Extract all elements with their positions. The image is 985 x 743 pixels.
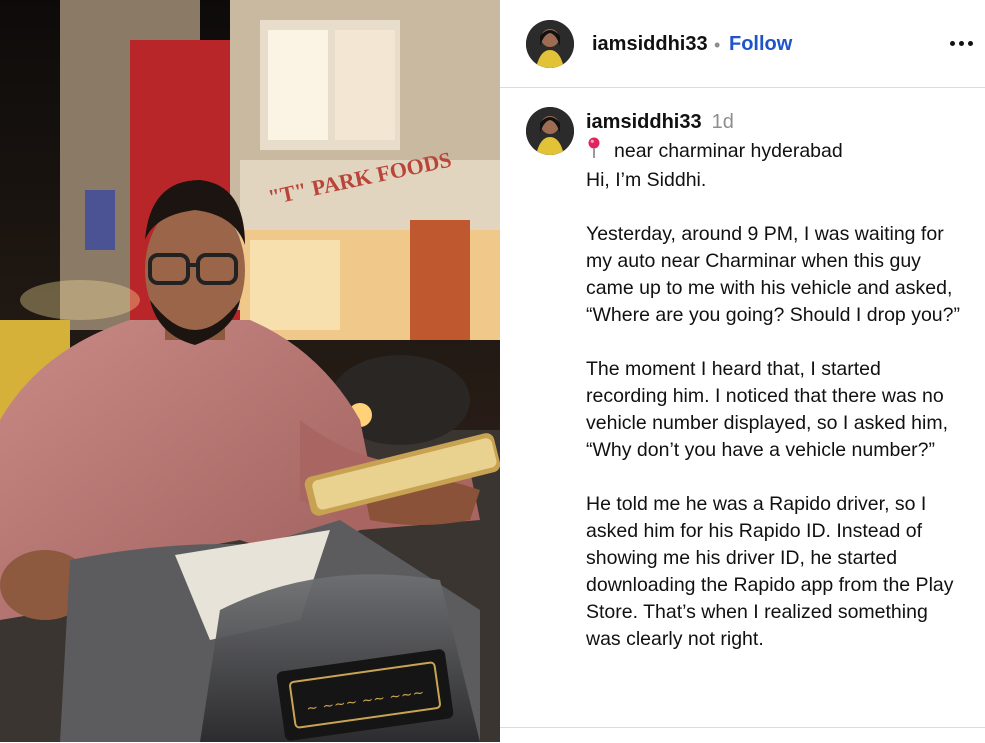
location-line: near charminar hyderabad bbox=[586, 137, 843, 162]
round-pushpin-icon bbox=[586, 137, 606, 167]
post-photo-illustration: "T" PARK FOODS ~ ~~~ ~~ ~~~ bbox=[0, 0, 500, 742]
header-separator: • bbox=[714, 35, 721, 55]
caption-paragraph: The moment I heard that, I started recor… bbox=[586, 358, 954, 461]
follow-button[interactable]: Follow bbox=[729, 33, 792, 56]
more-options-icon[interactable] bbox=[948, 28, 976, 56]
caption-avatar[interactable] bbox=[526, 107, 574, 155]
caption-paragraph: Hi, I’m Siddhi. bbox=[586, 169, 707, 191]
caption-user-line: iamsiddhi33 1d bbox=[586, 111, 734, 134]
caption-username[interactable]: iamsiddhi33 bbox=[586, 111, 702, 133]
caption-text: near charminar hyderabad Hi, I’m Siddhi.… bbox=[586, 137, 966, 653]
location-text: near charminar hyderabad bbox=[614, 140, 843, 162]
header-username[interactable]: iamsiddhi33 bbox=[592, 33, 708, 56]
post-header: iamsiddhi33 • Follow bbox=[500, 0, 985, 88]
post-sidebar: iamsiddhi33 • Follow iamsiddhi33 1d near … bbox=[500, 0, 985, 743]
post-time[interactable]: 1d bbox=[712, 111, 734, 133]
post-photo[interactable]: "T" PARK FOODS ~ ~~~ ~~ ~~~ bbox=[0, 0, 500, 742]
caption-paragraph: He told me he was a Rapido driver, so I … bbox=[586, 493, 959, 650]
caption-paragraph: Yesterday, around 9 PM, I was waiting fo… bbox=[586, 223, 960, 326]
caption-section: iamsiddhi33 1d near charminar hyderabad H… bbox=[500, 89, 985, 727]
caption-bottom-divider bbox=[500, 727, 985, 743]
header-avatar[interactable] bbox=[526, 20, 574, 68]
